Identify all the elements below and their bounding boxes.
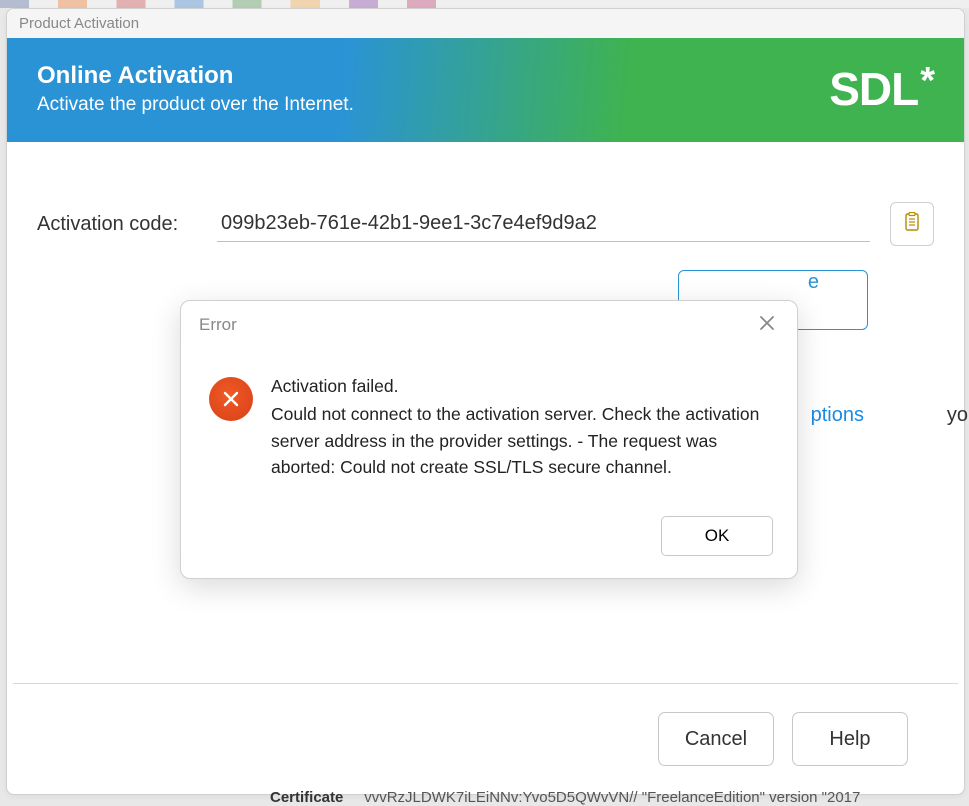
close-icon — [758, 314, 776, 337]
footer-bar: Cancel Help — [7, 684, 964, 794]
error-text: Activation failed. Could not connect to … — [271, 373, 773, 480]
error-titlebar: Error — [181, 301, 797, 345]
close-button[interactable] — [755, 313, 779, 337]
logo-asterisk-icon: * — [920, 62, 934, 100]
error-headline: Activation failed. — [271, 373, 773, 399]
header-banner: Online Activation Activate the product o… — [7, 38, 964, 142]
header-text: Online Activation Activate the product o… — [37, 62, 354, 116]
header-subtitle: Activate the product over the Internet. — [37, 94, 354, 116]
clipboard-icon — [903, 212, 921, 237]
window-title: Product Activation — [7, 9, 964, 38]
error-icon — [209, 377, 253, 421]
cancel-button[interactable]: Cancel — [658, 712, 774, 766]
ok-button[interactable]: OK — [661, 516, 773, 556]
logo-text: SDL — [829, 66, 918, 112]
activate-button-label: e — [808, 271, 819, 293]
options-link[interactable]: ptions — [811, 404, 864, 427]
error-message: Could not connect to the activation serv… — [271, 401, 773, 480]
activation-code-row: Activation code: — [37, 202, 934, 246]
certificate-snippet: vvvRzJLDWK7iLEiNNv:Yvo5D5QWvVN// "Freela… — [364, 789, 860, 806]
header-title: Online Activation — [37, 62, 354, 90]
error-body: Activation failed. Could not connect to … — [181, 345, 797, 500]
activation-code-label: Activation code: — [37, 213, 197, 236]
cropped-right-text: yo — [947, 404, 968, 427]
error-dialog: Error Activation failed. Could not conne… — [180, 300, 798, 579]
paste-button[interactable] — [890, 202, 934, 246]
error-footer: OK — [181, 500, 797, 578]
browser-tab-strip — [0, 0, 969, 8]
certificate-label: Certificate — [270, 789, 343, 806]
sdl-logo: SDL * — [829, 66, 934, 112]
help-button[interactable]: Help — [792, 712, 908, 766]
activation-code-input[interactable] — [217, 206, 870, 242]
error-title: Error — [199, 315, 237, 335]
background-certificate-row: Certificate vvvRzJLDWK7iLEiNNv:Yvo5D5QWv… — [270, 789, 860, 806]
